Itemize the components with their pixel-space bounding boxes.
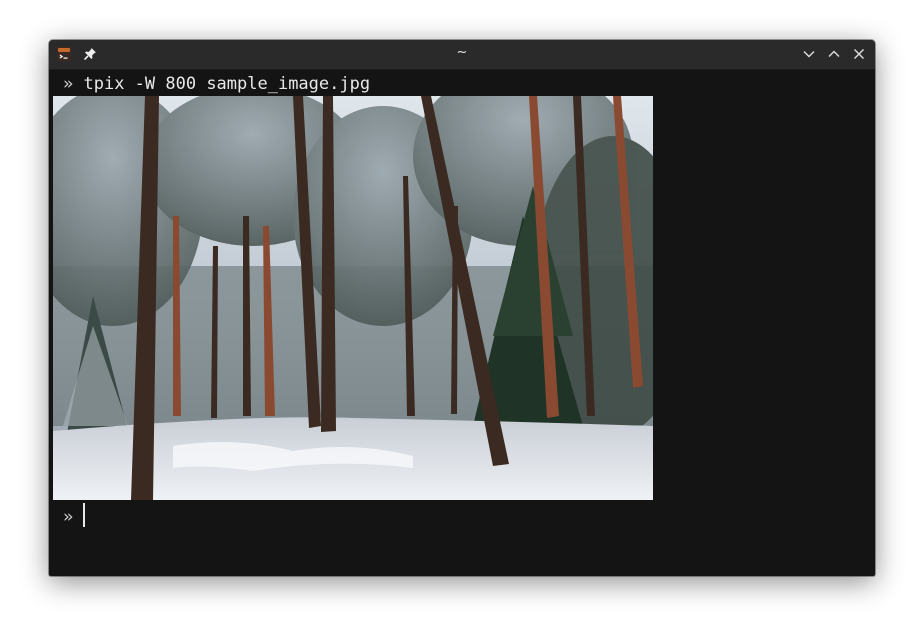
prompt-line: »: [63, 507, 73, 527]
snowy-forest-image: [53, 96, 653, 500]
title-bar[interactable]: ~: [49, 40, 875, 70]
minimize-button[interactable]: [801, 46, 817, 62]
second-prompt-symbol: »: [63, 507, 74, 527]
prompt-symbol: »: [63, 74, 74, 94]
command-text: tpix -W 800 sample_image.jpg: [83, 74, 371, 94]
maximize-button[interactable]: [826, 46, 842, 62]
window-title: ~: [456, 45, 468, 60]
command-line: » tpix -W 800 sample_image.jpg: [63, 74, 370, 94]
terminal-window: ~ » tpix -W 800 sample_image.jpg »: [49, 40, 875, 576]
terminal-output[interactable]: » tpix -W 800 sample_image.jpg »: [49, 70, 875, 576]
text-cursor: [83, 503, 85, 527]
close-button[interactable]: [851, 46, 867, 62]
